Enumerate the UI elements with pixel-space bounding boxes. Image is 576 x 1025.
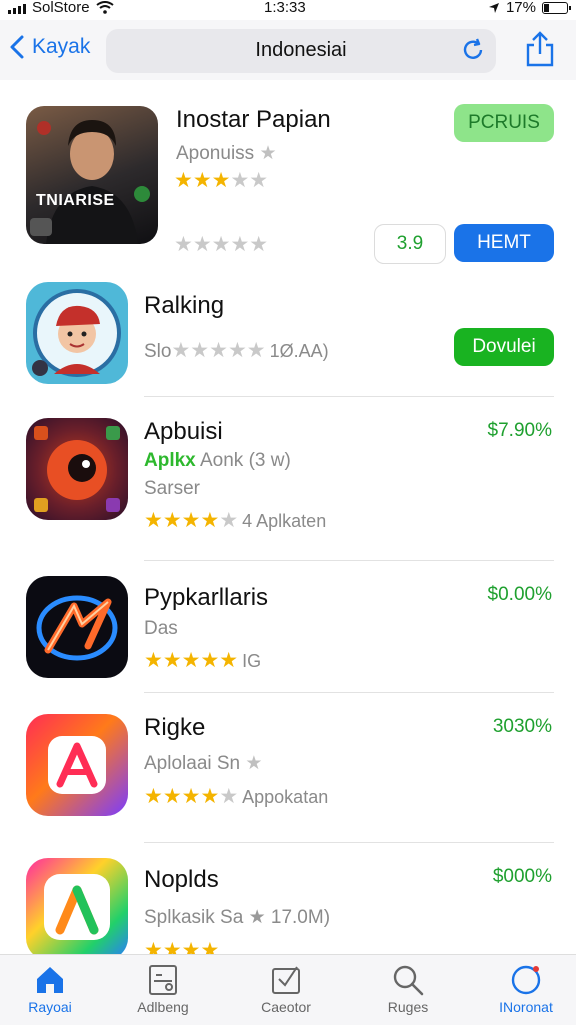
status-bar: SolStore 1:3:33 17% xyxy=(0,0,576,16)
tab-label: INoronat xyxy=(499,999,553,1015)
app-icon-neon xyxy=(26,576,128,678)
app-title: Ralking xyxy=(144,292,225,319)
clock: 1:3:33 xyxy=(264,0,306,16)
tab-label: Ruges xyxy=(387,999,429,1015)
tab-home[interactable]: Rayoai xyxy=(0,963,100,1015)
rating-stars: ★★★★★ xyxy=(174,169,269,192)
install-button[interactable]: HEMT xyxy=(454,224,554,262)
divider xyxy=(144,560,554,561)
app-title: Pypkarllaris xyxy=(144,584,269,611)
rating-stars-secondary: ★★★★★ xyxy=(174,233,269,256)
letter-a-logo xyxy=(48,736,106,794)
search-icon xyxy=(393,965,424,996)
back-label: Kayak xyxy=(32,35,91,58)
app-subtitle: Aponuiss ★ xyxy=(176,143,277,164)
price-label[interactable]: $7.90% xyxy=(488,420,552,442)
rating-stars: ★★★★ xyxy=(144,939,220,954)
signal-icon xyxy=(8,2,26,14)
divider xyxy=(144,396,554,397)
back-button[interactable]: Kayak xyxy=(8,34,90,60)
tab-label: Caeotor xyxy=(261,999,311,1015)
address-bar[interactable]: Indonesiai xyxy=(106,29,496,73)
chevron-logo xyxy=(44,874,110,940)
list-item[interactable]: Ralking Slo★★★★★ 1Ø.AA) Dovulei xyxy=(0,270,576,398)
price-label[interactable]: $0.00% xyxy=(488,584,552,606)
get-button[interactable]: Dovulei xyxy=(454,328,554,366)
app-icon-eye xyxy=(26,418,128,520)
navigation-bar: Kayak Indonesiai xyxy=(0,20,576,80)
tab-label: Rayoai xyxy=(28,999,72,1015)
get-button[interactable]: PCRUIS xyxy=(454,104,554,142)
list-item[interactable]: Apbuisi Aplkx Aonk (3 w) Sarser ★★★★★ 4 A… xyxy=(0,398,576,562)
list-item[interactable]: TNIARISE Inostar Papian Aponuiss ★ ★★★★★… xyxy=(0,80,576,270)
app-icon-a-letter xyxy=(26,714,128,816)
app-icon-cartoon xyxy=(26,282,128,384)
app-title: Rigke xyxy=(144,714,206,741)
price-box[interactable]: 3.9 xyxy=(374,224,446,264)
tab-create[interactable]: Caeotor xyxy=(236,963,336,1015)
app-subtitle-secondary: Sarser xyxy=(144,478,200,499)
tab-label: Adlbeng xyxy=(137,999,189,1015)
rating-stars: ★★★★★ IG xyxy=(144,649,262,672)
rating-stars: ★★★★★ 4 Aplkaten xyxy=(144,509,327,532)
list-item[interactable]: Noplds Splkasik Sa ★ 17.0M) ★★★★ $000% xyxy=(0,844,576,954)
portrait-illustration xyxy=(30,120,150,244)
tab-profile[interactable]: INoronat xyxy=(476,963,576,1015)
app-subtitle: Das xyxy=(144,618,178,639)
icon-banner-text: TNIARISE xyxy=(36,192,115,209)
url-text: Indonesiai xyxy=(255,39,347,61)
chevron-left-icon xyxy=(10,35,24,59)
battery-icon xyxy=(542,1,571,14)
neon-logo-illustration xyxy=(36,595,118,661)
price-label[interactable]: 3030% xyxy=(493,716,552,738)
share-icon[interactable] xyxy=(524,30,556,68)
battery-percent: 17% xyxy=(505,0,536,16)
app-icon-portrait: TNIARISE xyxy=(26,106,158,244)
tab-apps[interactable]: Adlbeng xyxy=(113,963,213,1015)
list-item[interactable]: Pypkarllaris Das ★★★★★ IG $0.00% xyxy=(0,562,576,694)
app-title: Inostar Papian xyxy=(176,106,331,133)
app-list: TNIARISE Inostar Papian Aponuiss ★ ★★★★★… xyxy=(0,80,576,954)
eye-illustration xyxy=(34,426,120,512)
tab-bar: Rayoai Adlbeng Caeotor Ruges INoronat xyxy=(0,954,576,1025)
app-subtitle: Aplolaai Sn ★ xyxy=(144,753,263,774)
list-item[interactable]: Rigke Aplolaai Sn ★ ★★★★★ Appokatan 3030% xyxy=(0,694,576,844)
home-icon xyxy=(37,967,63,993)
carrier-label: SolStore xyxy=(32,0,90,16)
app-subtitle: Aplkx Aonk (3 w) xyxy=(144,450,291,471)
reload-icon[interactable] xyxy=(460,37,486,63)
profile-icon xyxy=(511,965,541,995)
edit-icon xyxy=(272,966,300,994)
tab-search[interactable]: Ruges xyxy=(358,963,458,1015)
rating-stars: ★★★★★ Appokatan xyxy=(144,785,329,808)
app-subtitle: Splkasik Sa ★ 17.0M) xyxy=(144,907,331,928)
app-title: Apbuisi xyxy=(144,418,223,445)
card-icon xyxy=(149,965,177,995)
rating-stars: Slo★★★★★ 1Ø.AA) xyxy=(144,339,329,362)
wifi-icon xyxy=(95,1,114,14)
divider xyxy=(144,842,554,843)
app-icon-chevron xyxy=(26,858,128,954)
price-label[interactable]: $000% xyxy=(493,866,552,888)
location-icon xyxy=(488,2,499,13)
divider xyxy=(144,692,554,693)
app-title: Noplds xyxy=(144,866,219,893)
cartoon-boy-illustration xyxy=(32,289,121,377)
